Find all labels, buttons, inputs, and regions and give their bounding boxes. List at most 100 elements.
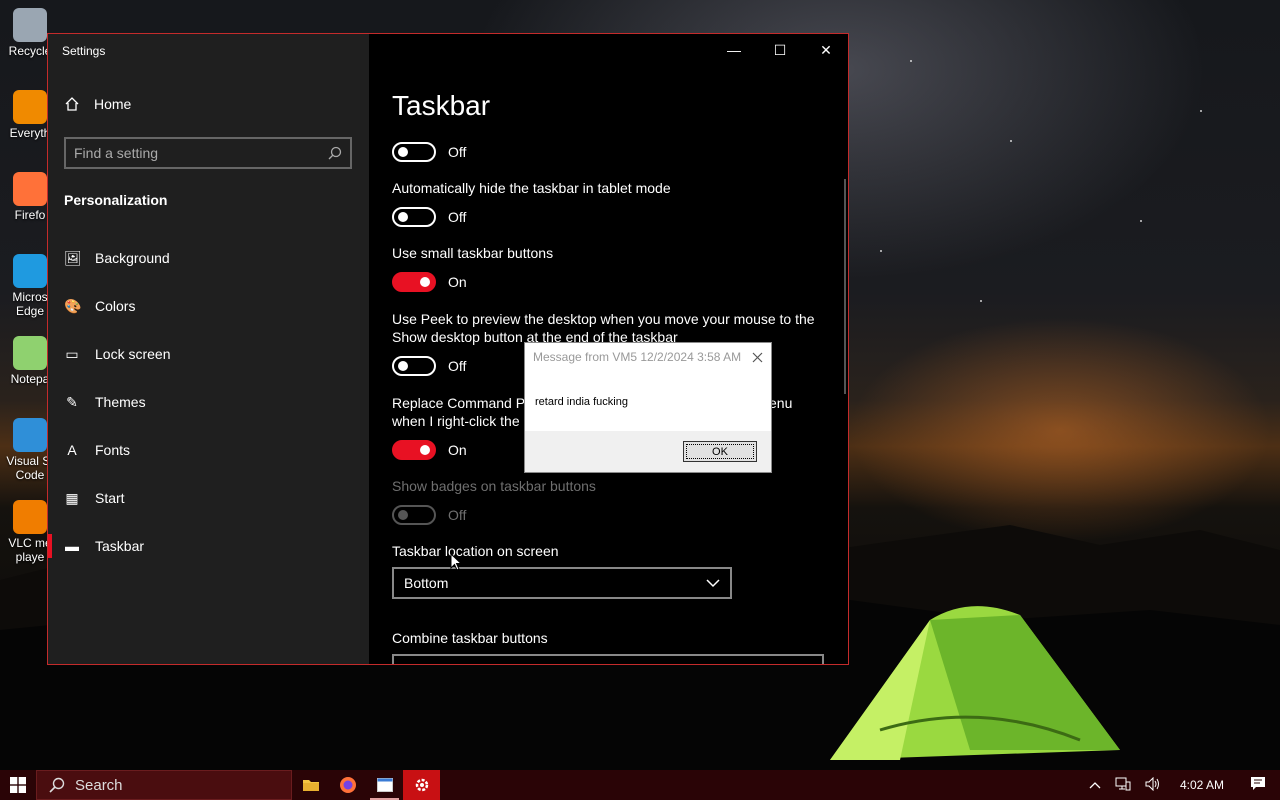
nav-item-lock-screen[interactable]: ▭ Lock screen	[48, 330, 369, 378]
app-icon	[13, 90, 47, 124]
system-tray: 4:02 AM	[1082, 770, 1280, 800]
option-0-state: Off	[448, 144, 467, 160]
minimize-button[interactable]: —	[711, 34, 757, 66]
taskbar-location-dropdown[interactable]: Bottom	[392, 567, 732, 599]
start-button[interactable]	[0, 770, 36, 800]
option-toggle-row: Off	[392, 142, 466, 162]
search-icon	[328, 146, 342, 160]
badges-toggle	[392, 505, 436, 525]
page-title: Taskbar	[392, 90, 491, 121]
firefox-taskbar-button[interactable]	[329, 770, 366, 800]
file-explorer-taskbar-button[interactable]	[292, 770, 329, 800]
home-icon	[65, 97, 79, 111]
location-value: Bottom	[404, 575, 449, 591]
find-setting-input[interactable]: Find a setting	[64, 137, 352, 169]
small-buttons-toggle[interactable]	[392, 272, 436, 292]
settings-sidebar: Settings Home Find a setting Personaliza…	[48, 34, 369, 664]
nav-item-background[interactable]: 🖼 Background	[48, 234, 369, 282]
app-icon	[13, 172, 47, 206]
nav-label: Fonts	[95, 442, 131, 458]
option-5-state: Off	[448, 507, 467, 523]
volume-icon[interactable]	[1138, 776, 1168, 794]
option-4-state: On	[448, 442, 467, 458]
notification-icon[interactable]	[1236, 776, 1280, 794]
option-4-label-tail: enu	[769, 395, 793, 411]
section-heading: Personalization	[64, 192, 168, 208]
option-2-state: On	[448, 274, 467, 290]
nav-icon: 🖼	[64, 249, 82, 266]
taskbar: Search 4:02 AM	[0, 770, 1280, 800]
taskbar-search-label: Search	[75, 776, 123, 794]
nav-icon: 🎨	[64, 297, 82, 314]
window-caption-buttons: — ☐ ✕	[711, 34, 848, 66]
option-5-label: Show badges on taskbar buttons	[392, 478, 596, 494]
dialog-footer: OK	[525, 431, 771, 472]
nav-label: Themes	[95, 394, 146, 410]
app-icon	[13, 336, 47, 370]
taskbar-search-box[interactable]: Search	[36, 770, 292, 800]
nav-label: Lock screen	[95, 346, 171, 362]
nav-icon: ✎	[66, 393, 78, 410]
app-icon	[13, 254, 47, 288]
clock[interactable]: 4:02 AM	[1168, 778, 1236, 792]
nav-icon: A	[67, 442, 77, 458]
nav-label: Colors	[95, 298, 136, 314]
mouse-cursor-icon	[450, 553, 462, 571]
close-button[interactable]: ✕	[803, 34, 848, 66]
option-toggle-row: On	[392, 440, 467, 460]
dialog-titlebar: Message from VM5 12/2/2024 3:58 AM	[525, 343, 771, 371]
hide-taskbar-tablet-toggle[interactable]	[392, 207, 436, 227]
option-toggle-row: Off	[392, 356, 466, 376]
option-toggle-row: On	[392, 272, 467, 292]
option-2-label: Use small taskbar buttons	[392, 245, 554, 261]
nav-item-themes[interactable]: ✎ Themes	[48, 378, 369, 426]
dialog-title: Message from VM5 12/2/2024 3:58 AM	[533, 350, 742, 364]
option-0-toggle[interactable]	[392, 142, 436, 162]
nav-item-fonts[interactable]: A Fonts	[48, 426, 369, 474]
nav-icon: ▦	[65, 489, 79, 506]
nav-label: Taskbar	[95, 538, 145, 554]
close-icon[interactable]	[752, 352, 763, 363]
combine-label: Combine taskbar buttons	[392, 630, 548, 646]
search-placeholder: Find a setting	[74, 145, 159, 161]
glowing-tent	[830, 606, 1120, 760]
settings-taskbar-button[interactable]	[403, 770, 440, 800]
option-1-label: Automatically hide the taskbar in tablet…	[392, 180, 671, 196]
powershell-toggle[interactable]	[392, 440, 436, 460]
home-label: Home	[94, 96, 132, 112]
app-icon	[13, 418, 47, 452]
windows-logo-icon	[10, 777, 26, 793]
home-nav-item[interactable]: Home	[64, 96, 131, 112]
nav-item-start[interactable]: ▦ Start	[48, 474, 369, 522]
option-3-state: Off	[448, 358, 467, 374]
ok-button[interactable]: OK	[683, 441, 757, 462]
maximize-button[interactable]: ☐	[757, 34, 803, 66]
app-icon	[13, 500, 47, 534]
nav-item-taskbar[interactable]: ▬ Taskbar	[48, 522, 369, 570]
nav-icon: ▬	[65, 538, 79, 554]
dialog-message: retard india fucking	[525, 371, 771, 431]
nav-item-colors[interactable]: 🎨 Colors	[48, 282, 369, 330]
app-icon	[13, 8, 47, 42]
gear-icon	[415, 778, 428, 792]
nav-label: Background	[95, 250, 170, 266]
network-icon[interactable]	[1108, 777, 1138, 794]
app-window-taskbar-button[interactable]	[366, 770, 403, 800]
nav-icon: ▭	[65, 345, 79, 362]
search-icon	[49, 777, 65, 793]
chevron-down-icon	[706, 579, 720, 588]
option-3-label: Use Peek to preview the desktop when you…	[392, 311, 815, 345]
chevron-up-icon[interactable]	[1082, 778, 1108, 792]
content-scrollbar[interactable]	[844, 179, 846, 394]
window-title: Settings	[62, 44, 106, 58]
folder-icon	[302, 780, 319, 791]
settings-nav-list: 🖼 Background 🎨 Colors ▭ Lock screen ✎ Themes A Fo…	[48, 234, 369, 570]
combine-buttons-dropdown[interactable]	[392, 654, 824, 664]
firefox-icon	[339, 777, 356, 793]
option-toggle-row: Off	[392, 207, 466, 227]
option-1-state: Off	[448, 209, 467, 225]
app-window-icon	[376, 778, 393, 792]
nav-label: Start	[95, 490, 125, 506]
option-toggle-row: Off	[392, 505, 466, 525]
peek-toggle[interactable]	[392, 356, 436, 376]
